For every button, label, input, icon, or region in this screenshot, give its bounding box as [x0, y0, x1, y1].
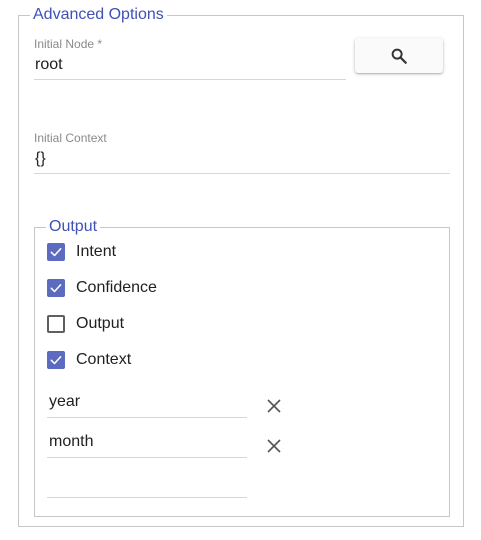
- checkmark-icon: [50, 284, 62, 293]
- close-icon: [267, 439, 281, 453]
- context-label: Context: [76, 351, 132, 368]
- context-key-underline: [47, 417, 247, 418]
- context-key-value[interactable]: month: [49, 432, 93, 452]
- output-label: Output: [76, 315, 125, 332]
- advanced-options-legend: Advanced Options: [30, 6, 167, 24]
- checkmark-icon: [50, 356, 62, 365]
- context-key-value[interactable]: year: [49, 392, 80, 412]
- confidence-label: Confidence: [76, 279, 157, 296]
- context-key-underline: [47, 457, 247, 458]
- confidence-checkbox-row[interactable]: Confidence: [47, 277, 157, 299]
- advanced-options-fieldset: Advanced Options Initial Node * root Ini…: [18, 6, 464, 527]
- close-icon: [267, 399, 281, 413]
- output-checkbox[interactable]: [47, 315, 65, 333]
- page-root: Advanced Options Initial Node * root Ini…: [0, 0, 481, 540]
- output-legend: Output: [46, 218, 101, 236]
- intent-checkbox-row[interactable]: Intent: [47, 241, 116, 263]
- initial-context-label: Initial Context: [34, 131, 107, 145]
- initial-node-field[interactable]: Initial Node * root: [34, 37, 346, 83]
- remove-context-key-button[interactable]: [263, 395, 285, 417]
- context-key-input[interactable]: year: [47, 390, 247, 418]
- initial-context-input[interactable]: {}: [35, 149, 46, 169]
- initial-node-underline: [34, 79, 346, 80]
- confidence-checkbox[interactable]: [47, 279, 65, 297]
- context-checkbox[interactable]: [47, 351, 65, 369]
- initial-node-label: Initial Node *: [34, 37, 103, 51]
- remove-context-key-button[interactable]: [263, 435, 285, 457]
- new-context-key-input[interactable]: [47, 470, 247, 498]
- intent-label: Intent: [76, 243, 117, 260]
- initial-context-underline: [34, 173, 450, 174]
- intent-checkbox[interactable]: [47, 243, 65, 261]
- context-checkbox-row[interactable]: Context: [47, 349, 131, 371]
- context-key-input[interactable]: month: [47, 430, 247, 458]
- output-fieldset: Output Intent Confidence Output Context …: [34, 218, 450, 517]
- checkmark-icon: [50, 248, 62, 257]
- output-checkbox-row[interactable]: Output: [47, 313, 124, 335]
- search-icon: [390, 47, 408, 65]
- context-key-underline: [47, 497, 247, 498]
- search-button[interactable]: [355, 38, 443, 73]
- initial-node-input[interactable]: root: [35, 55, 63, 75]
- initial-context-field[interactable]: Initial Context {}: [34, 131, 450, 177]
